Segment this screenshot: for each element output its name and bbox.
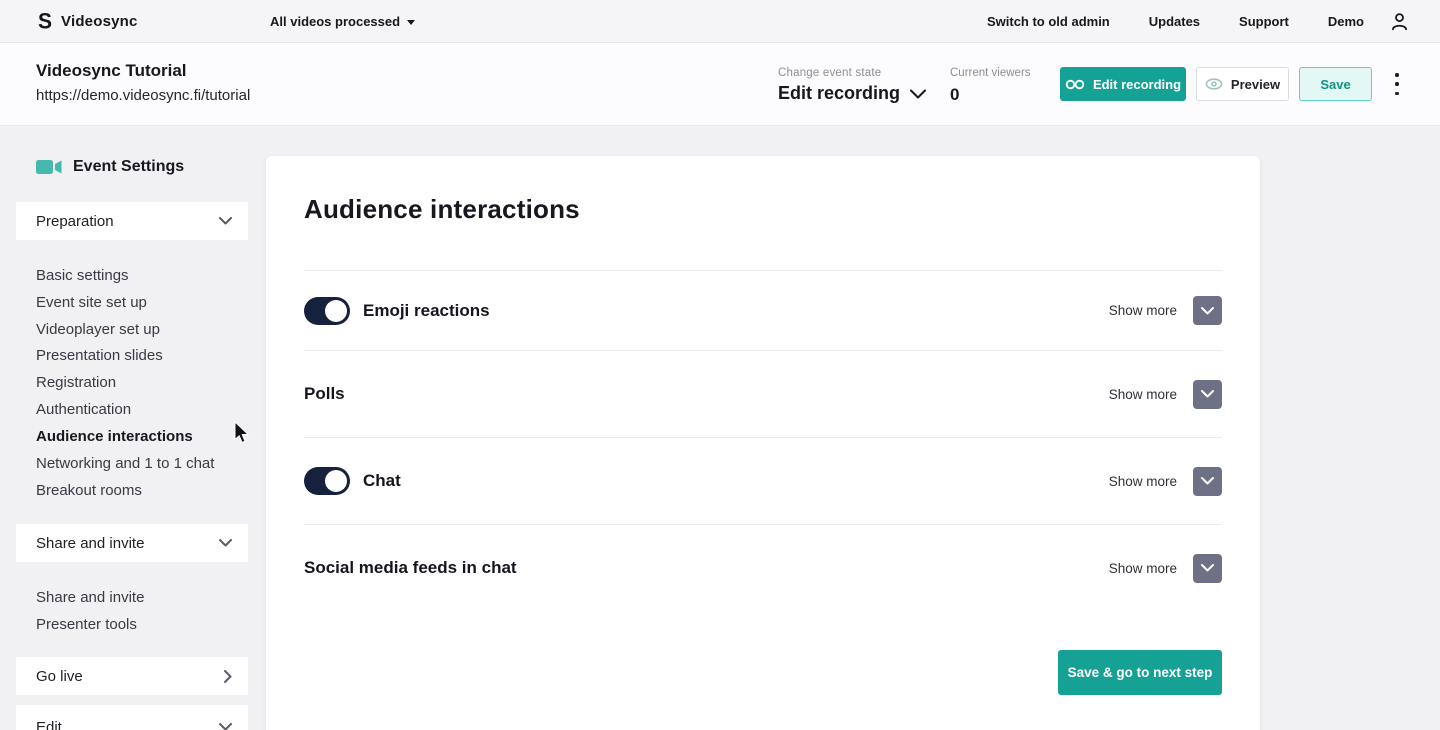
- feature-label: Chat: [363, 471, 401, 491]
- expand-section-button[interactable]: [1193, 554, 1222, 583]
- sidebar-item-presenter-tools[interactable]: Presenter tools: [36, 616, 137, 633]
- expand-section-button[interactable]: [1193, 467, 1222, 496]
- page-title: Audience interactions: [304, 156, 1222, 270]
- show-more-link[interactable]: Show more: [1109, 387, 1177, 402]
- save-button-label: Save: [1320, 77, 1350, 92]
- sidebar-item-share-and-invite[interactable]: Share and invite: [36, 589, 144, 606]
- accordion-edit-label: Edit: [36, 719, 62, 730]
- feature-label: Social media feeds in chat: [304, 558, 517, 578]
- brand[interactable]: S Videosync: [38, 0, 138, 43]
- emoji-reactions-toggle[interactable]: [304, 297, 350, 325]
- current-viewers-count: 0: [950, 85, 959, 105]
- edit-recording-button[interactable]: Edit recording: [1060, 67, 1186, 101]
- event-header: Videosync Tutorial https://demo.videosyn…: [0, 43, 1440, 126]
- event-state-label: Change event state: [778, 67, 881, 79]
- sidebar-item-event-site-set-up[interactable]: Event site set up: [36, 294, 147, 311]
- chevron-down-icon: [910, 89, 926, 99]
- video-camera-icon: [36, 159, 62, 175]
- chevron-down-icon: [1201, 564, 1214, 572]
- accordion-go-live-label: Go live: [36, 668, 83, 685]
- top-nav-links: Switch to old admin Updates Support Demo: [987, 0, 1364, 43]
- audience-interactions-panel: Audience interactions Emoji reactions Sh…: [266, 156, 1260, 730]
- chat-toggle[interactable]: [304, 467, 350, 495]
- event-url[interactable]: https://demo.videosync.fi/tutorial: [36, 87, 250, 104]
- sidebar-item-networking-1to1-chat[interactable]: Networking and 1 to 1 chat: [36, 455, 214, 472]
- chevron-down-icon: [1201, 477, 1214, 485]
- show-more-link[interactable]: Show more: [1109, 474, 1177, 489]
- sidebar-item-presentation-slides[interactable]: Presentation slides: [36, 347, 163, 364]
- videosync-admin-app: S Videosync All videos processed Switch …: [0, 0, 1440, 730]
- chevron-down-icon: [219, 217, 232, 225]
- accordion-preparation-label: Preparation: [36, 213, 114, 230]
- accordion-go-live[interactable]: Go live: [16, 657, 248, 695]
- sidebar-item-authentication[interactable]: Authentication: [36, 401, 131, 418]
- save-button[interactable]: Save: [1299, 67, 1372, 101]
- recording-reels-icon: [1065, 79, 1085, 90]
- more-options-kebab-icon[interactable]: [1391, 73, 1403, 95]
- preview-button-label: Preview: [1231, 77, 1280, 92]
- event-title: Videosync Tutorial: [36, 61, 187, 81]
- chevron-down-icon: [219, 723, 232, 730]
- expand-section-button[interactable]: [1193, 296, 1222, 325]
- eye-icon: [1205, 78, 1223, 90]
- videosync-logo-icon: S: [38, 10, 52, 32]
- videos-processed-label: All videos processed: [270, 14, 400, 29]
- expand-section-button[interactable]: [1193, 380, 1222, 409]
- show-more-link[interactable]: Show more: [1109, 303, 1177, 318]
- feature-row-social-media-feeds: Social media feeds in chat Show more: [304, 525, 1222, 611]
- dropdown-triangle-icon: [407, 20, 415, 25]
- videos-processed-dropdown[interactable]: All videos processed: [270, 0, 415, 43]
- demo-link[interactable]: Demo: [1328, 14, 1364, 29]
- top-bar: S Videosync All videos processed Switch …: [0, 0, 1440, 43]
- feature-label: Polls: [304, 384, 345, 404]
- edit-recording-button-label: Edit recording: [1093, 77, 1181, 92]
- accordion-preparation[interactable]: Preparation: [16, 202, 248, 240]
- show-more-link[interactable]: Show more: [1109, 561, 1177, 576]
- mouse-cursor: [234, 421, 251, 445]
- feature-label: Emoji reactions: [363, 301, 490, 321]
- feature-row-emoji-reactions: Emoji reactions Show more: [304, 271, 1222, 350]
- chevron-right-icon: [224, 670, 232, 683]
- event-state-dropdown[interactable]: Edit recording: [778, 83, 926, 104]
- switch-old-admin-link[interactable]: Switch to old admin: [987, 14, 1110, 29]
- accordion-share-invite-label: Share and invite: [36, 535, 144, 552]
- chevron-down-icon: [219, 539, 232, 547]
- sidebar-item-registration[interactable]: Registration: [36, 374, 116, 391]
- feature-row-chat: Chat Show more: [304, 438, 1222, 524]
- sidebar-item-audience-interactions[interactable]: Audience interactions: [36, 428, 193, 445]
- support-link[interactable]: Support: [1239, 14, 1289, 29]
- accordion-share-and-invite[interactable]: Share and invite: [16, 524, 248, 562]
- preview-button[interactable]: Preview: [1196, 67, 1289, 101]
- save-and-next-step-button[interactable]: Save & go to next step: [1058, 650, 1222, 695]
- chevron-down-icon: [1201, 390, 1214, 398]
- sidebar-item-basic-settings[interactable]: Basic settings: [36, 267, 129, 284]
- chevron-down-icon: [1201, 307, 1214, 315]
- brand-name: Videosync: [61, 13, 138, 30]
- event-state-value: Edit recording: [778, 83, 900, 104]
- feature-row-polls: Polls Show more: [304, 351, 1222, 437]
- user-icon[interactable]: [1389, 11, 1410, 32]
- updates-link[interactable]: Updates: [1149, 14, 1200, 29]
- event-settings-header: Event Settings: [36, 158, 184, 176]
- sidebar-item-videoplayer-set-up[interactable]: Videoplayer set up: [36, 321, 160, 338]
- event-settings-title: Event Settings: [73, 158, 184, 176]
- accordion-edit[interactable]: Edit: [16, 705, 248, 730]
- current-viewers-label: Current viewers: [950, 67, 1031, 79]
- sidebar-item-breakout-rooms[interactable]: Breakout rooms: [36, 482, 142, 499]
